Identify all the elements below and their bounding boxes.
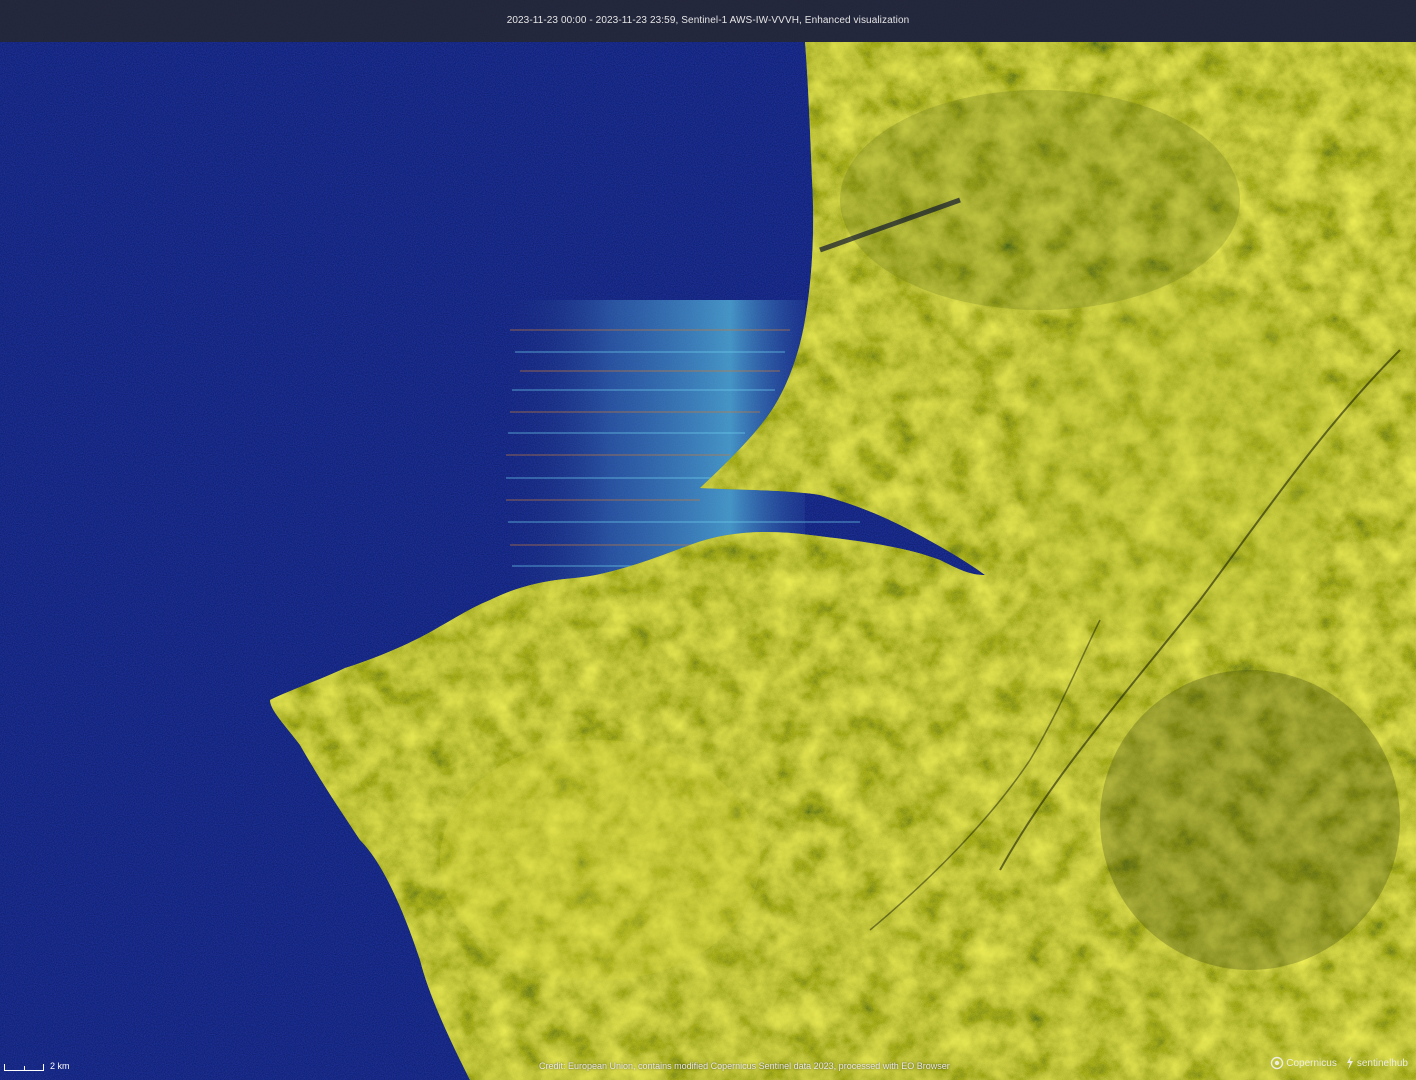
sentinelhub-logo-text: sentinelhub: [1356, 1057, 1408, 1069]
logo-group: Copernicus sentinelhub: [1270, 1052, 1408, 1074]
copernicus-logo: Copernicus: [1270, 1056, 1337, 1070]
sentinelhub-logo: sentinelhub: [1345, 1055, 1408, 1071]
copernicus-icon: [1271, 1056, 1284, 1070]
acquisition-title-bar: 2023-11-23 00:00 - 2023-11-23 23:59, Sen…: [0, 0, 1416, 42]
attribution-credit: Credit: European Union, contains modifie…: [539, 1061, 950, 1071]
scale-bar-line: [4, 1064, 44, 1071]
copernicus-logo-text: Copernicus: [1286, 1057, 1337, 1069]
sar-map-view[interactable]: [0, 0, 1416, 1080]
acquisition-title: 2023-11-23 00:00 - 2023-11-23 23:59, Sen…: [506, 14, 910, 26]
scale-bar-label: 2 km: [50, 1061, 70, 1071]
sar-image: [0, 0, 1416, 1080]
sentinelhub-icon: [1346, 1056, 1353, 1070]
scale-bar: 2 km: [4, 1057, 70, 1071]
